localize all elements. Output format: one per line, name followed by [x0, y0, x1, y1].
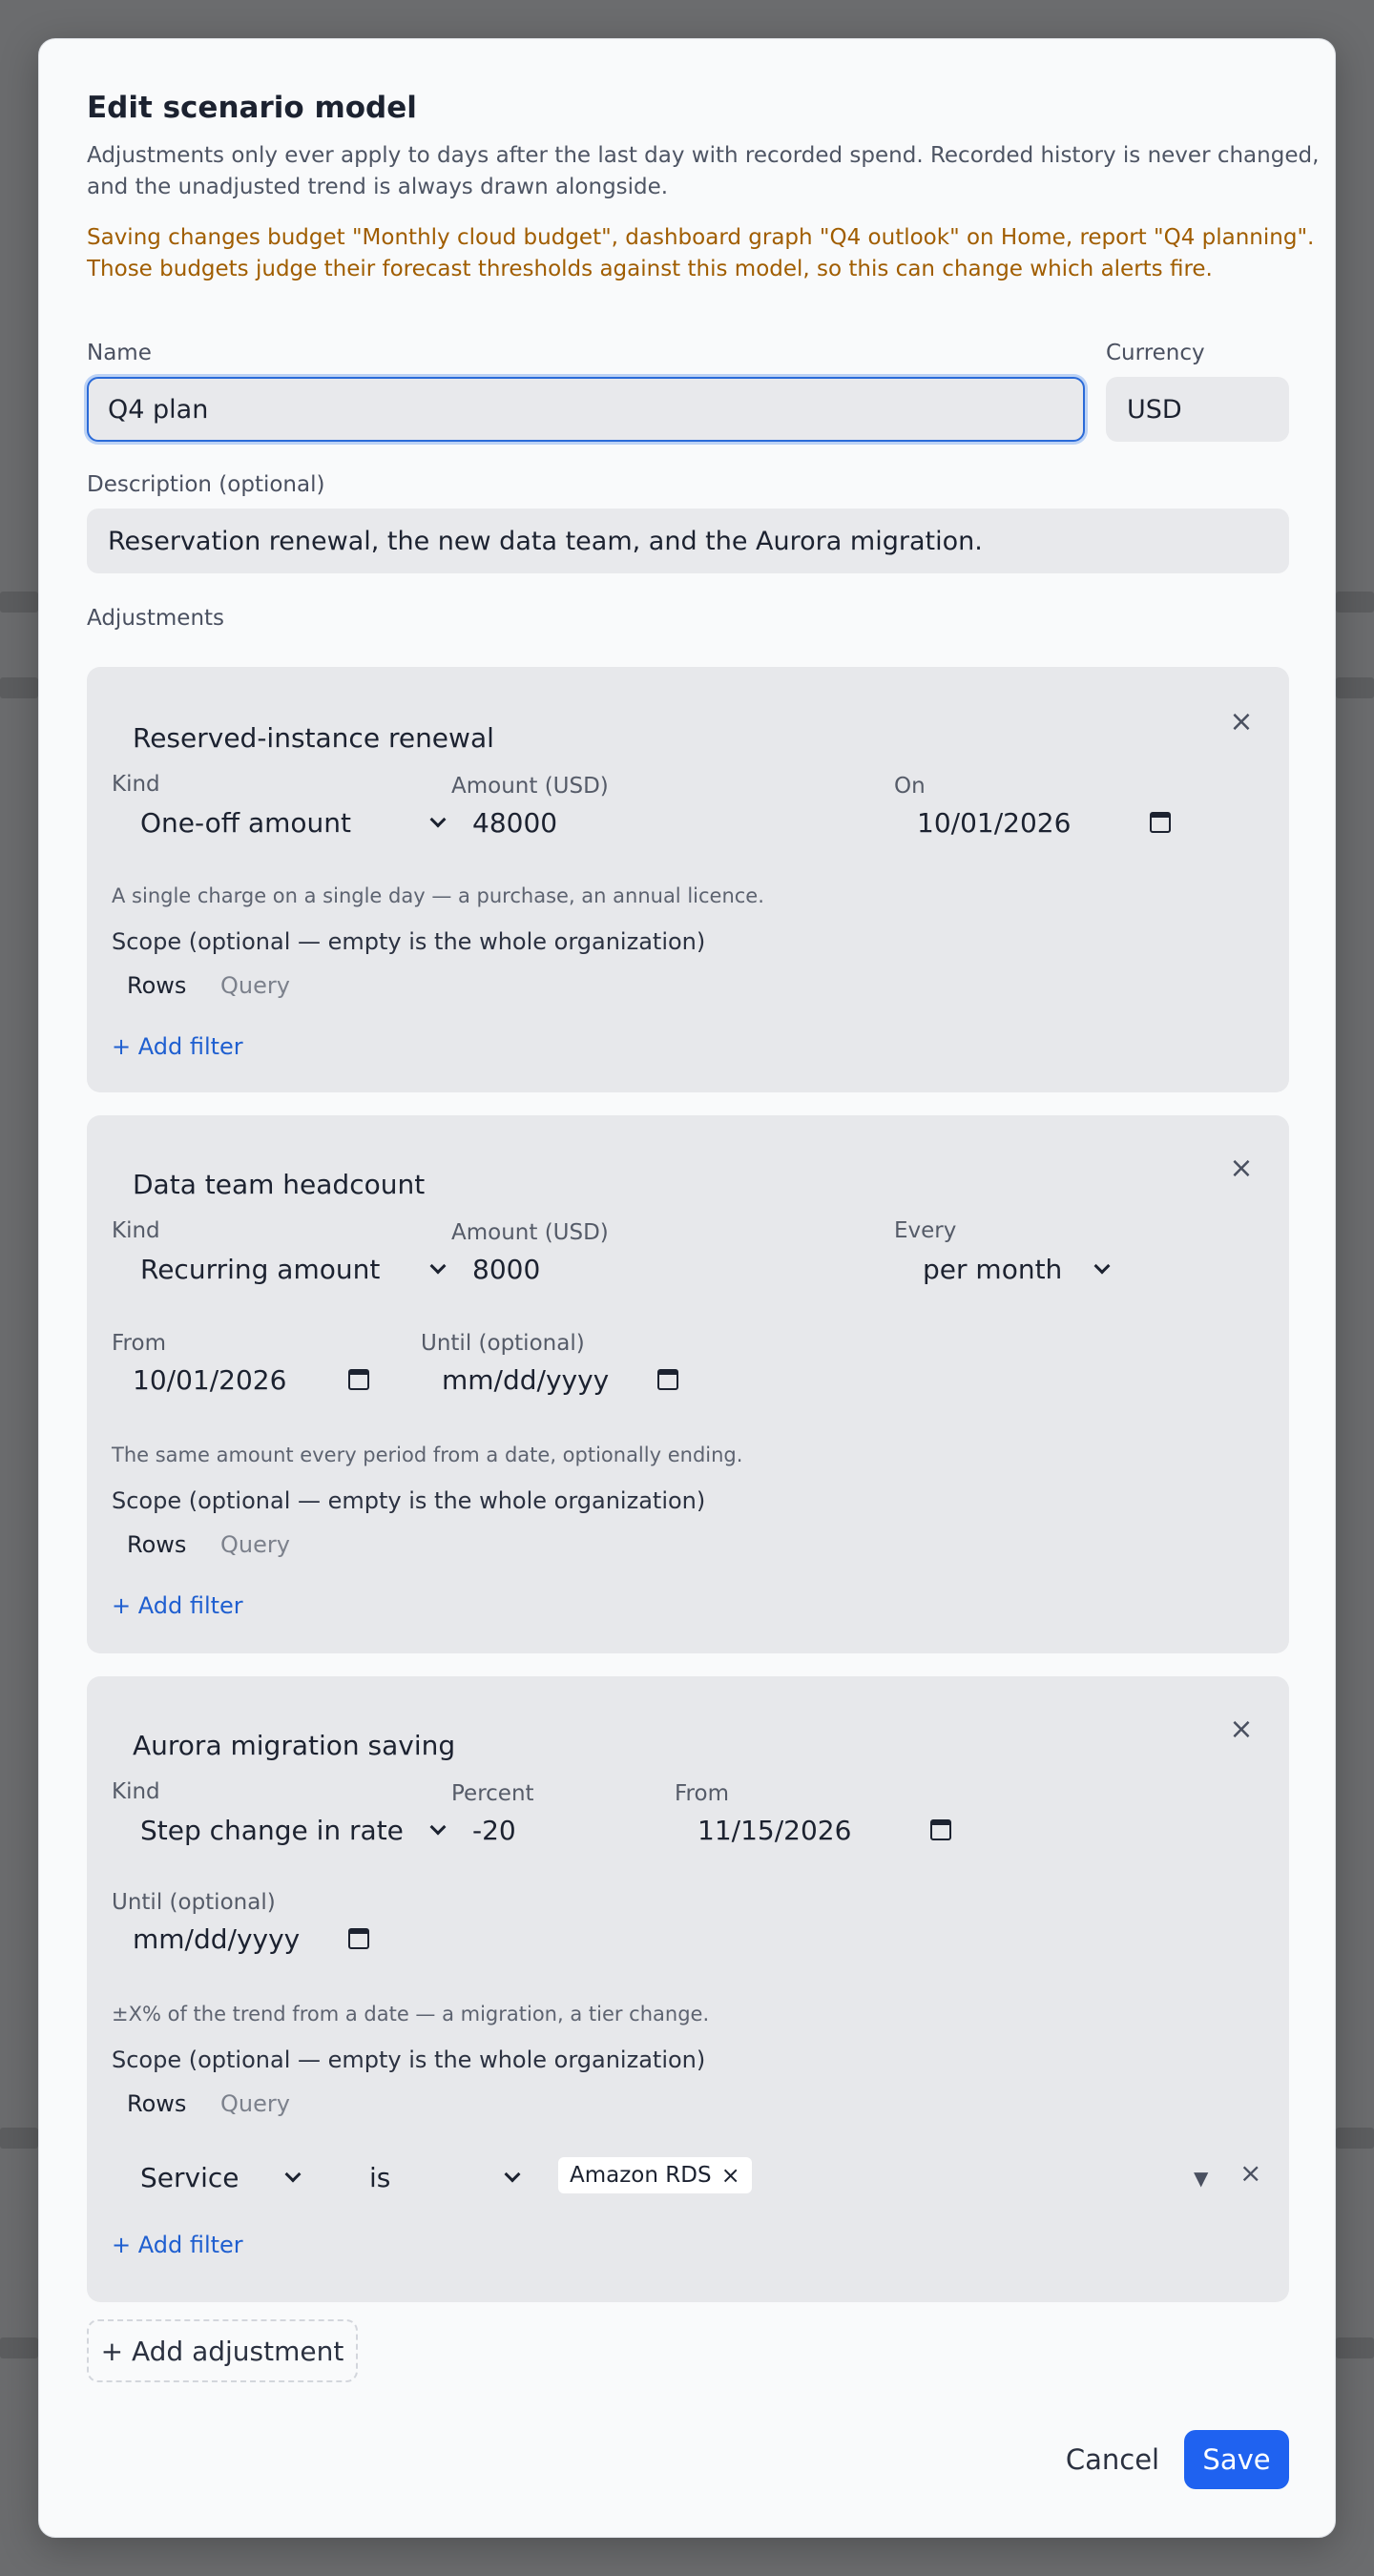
remove-chip-close-icon[interactable]: × [721, 2162, 740, 2189]
name-input[interactable]: Q4 plan [87, 377, 1085, 442]
percent-label: Percent [451, 1781, 534, 1806]
remove-adjustment-close-icon[interactable]: × [1228, 708, 1255, 737]
adjustment-card: Reserved-instance renewal × Kind One-off… [87, 667, 1289, 1092]
every-label: Every [894, 1218, 957, 1243]
remove-adjustment-close-icon[interactable]: × [1228, 1715, 1255, 1744]
kind-label: Kind [112, 1779, 160, 1804]
every-select-value: per month [923, 1253, 1063, 1285]
tab-rows[interactable]: Rows [127, 972, 186, 999]
on-date-value: 10/01/2026 [917, 806, 1072, 839]
add-filter-link[interactable]: + Add filter [112, 2232, 243, 2258]
background-text [1336, 2128, 1374, 2149]
calendar-icon[interactable] [930, 1819, 951, 1840]
background-text [0, 592, 38, 613]
chevron-down-icon [504, 2166, 521, 2183]
add-adjustment-button[interactable]: + Add adjustment [87, 2319, 358, 2382]
adjustment-title[interactable]: Data team headcount [133, 1169, 425, 1200]
remove-filter-close-icon[interactable]: × [1239, 2157, 1261, 2189]
from-date-input[interactable]: 10/01/2026 [133, 1356, 383, 1403]
from-label: From [112, 1331, 166, 1356]
adjustments-label: Adjustments [87, 606, 225, 631]
calendar-icon[interactable] [348, 1928, 369, 1949]
kind-select-value: Recurring amount [140, 1253, 381, 1285]
filter-value-chip: Amazon RDS × [558, 2157, 752, 2193]
kind-hint: The same amount every period from a date… [112, 1444, 743, 1466]
kind-select[interactable]: Step change in rate [140, 1806, 455, 1854]
calendar-icon[interactable] [657, 1369, 678, 1390]
kind-select[interactable]: Recurring amount [140, 1245, 455, 1293]
cancel-button[interactable]: Cancel [1051, 2430, 1175, 2489]
background-text [0, 2337, 38, 2358]
background-text [1336, 2337, 1374, 2358]
chevron-down-icon [429, 1818, 447, 1836]
name-label: Name [87, 341, 152, 365]
description-input[interactable]: Reservation renewal, the new data team, … [87, 509, 1289, 573]
calendar-icon[interactable] [348, 1369, 369, 1390]
filter-field-value: Service [140, 2161, 239, 2193]
filter-operator-select[interactable]: is [369, 2153, 531, 2201]
kind-select-value: One-off amount [140, 806, 351, 839]
filter-field-select[interactable]: Service [140, 2153, 312, 2201]
adjustment-title[interactable]: Reserved-instance renewal [133, 722, 494, 754]
until-date-placeholder: mm/dd/yyyy [133, 1922, 301, 1955]
impact-warning: Saving changes budget "Monthly cloud bud… [87, 225, 1315, 281]
calendar-icon[interactable] [1150, 812, 1171, 833]
until-label: Until (optional) [112, 1890, 276, 1915]
scope-label: Scope (optional — empty is the whole org… [112, 2046, 706, 2073]
filter-values-dropdown-icon[interactable]: ▼ [1194, 2167, 1208, 2190]
every-select[interactable]: per month [923, 1245, 1119, 1293]
until-date-placeholder: mm/dd/yyyy [442, 1363, 610, 1396]
scope-label: Scope (optional — empty is the whole org… [112, 1487, 706, 1514]
tab-query[interactable]: Query [220, 1531, 290, 1558]
from-label: From [675, 1781, 729, 1806]
kind-select-value: Step change in rate [140, 1814, 404, 1846]
add-filter-link[interactable]: + Add filter [112, 1592, 243, 1619]
chevron-down-icon [1093, 1257, 1111, 1275]
from-date-value: 11/15/2026 [697, 1814, 852, 1846]
edit-scenario-modal: Edit scenario model Adjustments only eve… [38, 38, 1336, 2538]
on-date-input[interactable]: 10/01/2026 [917, 799, 1184, 846]
amount-label: Amount (USD) [451, 774, 609, 799]
chevron-down-icon [284, 2166, 302, 2183]
currency-label: Currency [1106, 341, 1205, 365]
kind-select[interactable]: One-off amount [140, 799, 455, 846]
kind-hint: A single charge on a single day — a purc… [112, 884, 764, 907]
description-label: Description (optional) [87, 472, 325, 497]
until-label: Until (optional) [421, 1331, 585, 1356]
filter-operator-value: is [369, 2161, 391, 2193]
filter-chip-label: Amazon RDS [570, 2163, 712, 2188]
kind-hint: ±X% of the trend from a date — a migrati… [112, 2003, 710, 2025]
on-label: On [894, 774, 926, 799]
scope-label: Scope (optional — empty is the whole org… [112, 928, 706, 955]
adjustment-card: Data team headcount × Kind Recurring amo… [87, 1115, 1289, 1653]
background-text [1336, 592, 1374, 613]
tab-query[interactable]: Query [220, 972, 290, 999]
modal-subtitle: Adjustments only ever apply to days afte… [87, 143, 1320, 199]
kind-label: Kind [112, 772, 160, 797]
from-date-input[interactable]: 11/15/2026 [697, 1806, 965, 1854]
amount-input[interactable]: 48000 [472, 799, 873, 846]
chevron-down-icon [429, 811, 447, 828]
amount-label: Amount (USD) [451, 1220, 609, 1245]
until-date-input[interactable]: mm/dd/yyyy [442, 1356, 692, 1403]
background-text [0, 2128, 38, 2149]
tab-rows[interactable]: Rows [127, 2090, 186, 2117]
amount-input[interactable]: 8000 [472, 1245, 873, 1293]
modal-title: Edit scenario model [87, 91, 417, 125]
save-button[interactable]: Save [1184, 2430, 1289, 2489]
adjustment-card: Aurora migration saving × Kind Step chan… [87, 1676, 1289, 2302]
tab-query[interactable]: Query [220, 2090, 290, 2117]
background-text [0, 677, 38, 698]
percent-input[interactable]: -20 [472, 1806, 654, 1854]
chevron-down-icon [429, 1257, 447, 1275]
until-date-input[interactable]: mm/dd/yyyy [133, 1915, 383, 1963]
add-filter-link[interactable]: + Add filter [112, 1033, 243, 1060]
currency-input[interactable]: USD [1106, 377, 1289, 442]
tab-rows[interactable]: Rows [127, 1531, 186, 1558]
adjustment-title[interactable]: Aurora migration saving [133, 1730, 455, 1761]
kind-label: Kind [112, 1218, 160, 1243]
background-text [1336, 677, 1374, 698]
from-date-value: 10/01/2026 [133, 1363, 287, 1396]
remove-adjustment-close-icon[interactable]: × [1228, 1154, 1255, 1183]
